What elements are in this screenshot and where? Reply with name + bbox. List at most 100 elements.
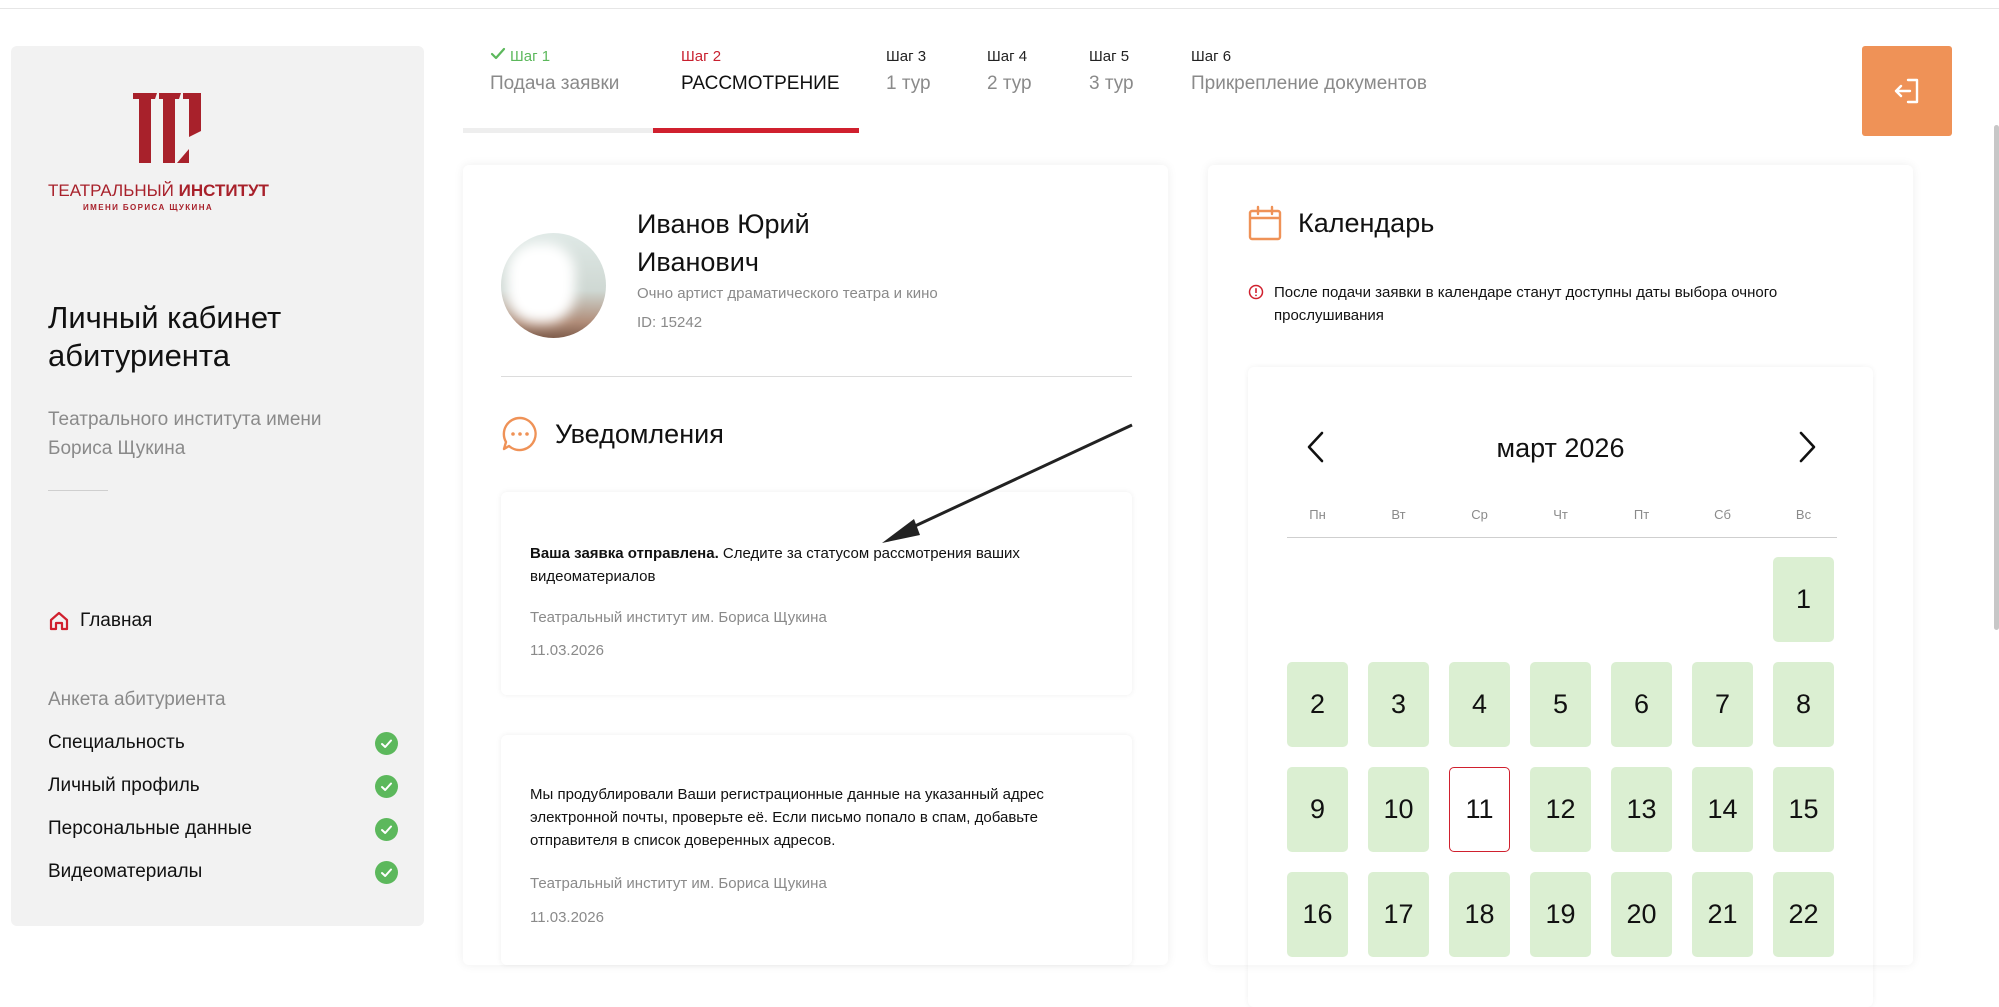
calendar-day[interactable]: 19 bbox=[1530, 872, 1591, 957]
anketa-item-label: Специальность bbox=[48, 732, 185, 753]
calendar-day[interactable]: 5 bbox=[1530, 662, 1591, 747]
step-name: 1 тур bbox=[886, 73, 931, 94]
page-scrollbar[interactable] bbox=[1994, 125, 1999, 630]
calendar-day[interactable]: 8 bbox=[1773, 662, 1834, 747]
calendar-title: Календарь bbox=[1298, 207, 1435, 238]
logo-text-main: ТЕАТРАЛЬНЫЙ ИНСТИТУТ bbox=[48, 181, 269, 200]
calendar-day[interactable]: 3 bbox=[1368, 662, 1429, 747]
step-4[interactable]: Шаг 4 2 тур bbox=[987, 46, 1032, 95]
notifications-title: Уведомления bbox=[555, 418, 724, 449]
step-number-text: Шаг 3 bbox=[886, 47, 927, 65]
calendar-card: Календарь После подачи заявки в календар… bbox=[1208, 165, 1913, 965]
nav-home-link[interactable]: Главная bbox=[48, 610, 152, 632]
notification-source: Театральный институт им. Бориса Щукина bbox=[530, 875, 827, 892]
steps-progress: Шаг 1 Подача заявки Шаг 2 РАССМОТРЕНИЕ Шаг 3… bbox=[463, 46, 1463, 136]
calendar-day[interactable]: 13 bbox=[1611, 767, 1672, 852]
step-5[interactable]: Шаг 5 3 тур bbox=[1089, 46, 1134, 95]
step-1[interactable]: Шаг 1 Подача заявки bbox=[490, 46, 619, 95]
notification-card: Мы продублировали Ваши регистрационные д… bbox=[501, 735, 1132, 965]
step-number-text: Шаг 6 bbox=[1191, 47, 1232, 65]
profile-surname-first: Иванов Юрий bbox=[637, 209, 810, 239]
notifications-header: Уведомления bbox=[501, 415, 724, 453]
profile-patronymic: Иванович bbox=[637, 247, 759, 277]
anketa-heading: Анкета абитуриента bbox=[48, 689, 226, 710]
notification-date: 11.03.2026 bbox=[530, 642, 604, 659]
step-number: Шаг 4 bbox=[987, 46, 1032, 66]
anketa-item[interactable]: Специальность bbox=[48, 727, 398, 770]
profile-id: ID: 15242 bbox=[637, 314, 703, 331]
calendar-day[interactable]: 7 bbox=[1692, 662, 1753, 747]
calendar-day[interactable]: 12 bbox=[1530, 767, 1591, 852]
calendar-day[interactable]: 4 bbox=[1449, 662, 1510, 747]
calendar-days: 1 2 3 4 5 6 7 8 9 10 11 12 13 14 15 16 17 18 19 20 21 22 bbox=[1248, 367, 1873, 1007]
notification-text: Ваша заявка отправлена. Следите за стату… bbox=[530, 542, 1050, 588]
logout-icon bbox=[1894, 78, 1919, 104]
steps-bar-active bbox=[653, 128, 859, 133]
profile-notifications-card: Иванов Юрий Иванович Очно артист драмати… bbox=[463, 165, 1168, 965]
step-number: Шаг 2 bbox=[681, 46, 840, 66]
anketa-item[interactable]: Видеоматериалы bbox=[48, 856, 398, 899]
annotation-arrow-icon bbox=[882, 423, 1133, 543]
step-number: Шаг 6 bbox=[1191, 46, 1427, 66]
anketa-item[interactable]: Личный профиль bbox=[48, 770, 398, 813]
chat-bubble-icon bbox=[502, 416, 537, 452]
calendar-day[interactable]: 6 bbox=[1611, 662, 1672, 747]
calendar-day[interactable]: 9 bbox=[1287, 767, 1348, 852]
notification-bold: Ваша заявка отправлена. bbox=[530, 545, 719, 562]
step-number: Шаг 1 bbox=[490, 46, 619, 66]
calendar-day[interactable]: 17 bbox=[1368, 872, 1429, 957]
calendar-day[interactable]: 14 bbox=[1692, 767, 1753, 852]
step-name: РАССМОТРЕНИЕ bbox=[681, 73, 840, 94]
calendar-icon bbox=[1248, 205, 1282, 241]
step-6[interactable]: Шаг 6 Прикрепление документов bbox=[1191, 46, 1427, 95]
home-icon bbox=[49, 611, 69, 631]
calendar-day-today[interactable]: 11 bbox=[1449, 767, 1510, 852]
anketa-item-label: Видеоматериалы bbox=[48, 861, 203, 882]
calendar-info-text: После подачи заявки в календаре станут д… bbox=[1274, 284, 1778, 324]
steps-bar-done bbox=[463, 128, 653, 133]
nav-home-label: Главная bbox=[80, 610, 153, 631]
step-name: 2 тур bbox=[987, 73, 1032, 94]
calendar-day[interactable]: 20 bbox=[1611, 872, 1672, 957]
logout-button[interactable] bbox=[1862, 46, 1952, 136]
notification-body: Мы продублировали Ваши регистрационные д… bbox=[530, 786, 1044, 849]
calendar-day[interactable]: 18 bbox=[1449, 872, 1510, 957]
step-2[interactable]: Шаг 2 РАССМОТРЕНИЕ bbox=[681, 46, 840, 95]
calendar-day[interactable]: 21 bbox=[1692, 872, 1753, 957]
calendar-info: После подачи заявки в календаре станут д… bbox=[1248, 281, 1808, 327]
sidebar-divider bbox=[48, 490, 108, 491]
cabinet-subtitle: Театрального института имени Бориса Щуки… bbox=[48, 409, 322, 459]
step-name: Прикрепление документов bbox=[1191, 73, 1427, 94]
notification-source: Театральный институт им. Бориса Щукина bbox=[530, 609, 827, 626]
check-circle-icon bbox=[375, 861, 398, 884]
notification-text: Мы продублировали Ваши регистрационные д… bbox=[530, 783, 1050, 852]
warning-icon bbox=[1248, 284, 1264, 300]
check-circle-icon bbox=[375, 818, 398, 841]
calendar-day[interactable]: 22 bbox=[1773, 872, 1834, 957]
calendar-day[interactable]: 15 bbox=[1773, 767, 1834, 852]
calendar-header: Календарь bbox=[1248, 205, 1434, 241]
calendar-day[interactable]: 10 bbox=[1368, 767, 1429, 852]
check-circle-icon bbox=[375, 732, 398, 755]
anketa-item-label: Личный профиль bbox=[48, 775, 200, 796]
avatar bbox=[501, 233, 606, 338]
anketa-item[interactable]: Персональные данные bbox=[48, 813, 398, 856]
step-number: Шаг 3 bbox=[886, 46, 931, 66]
anketa-list: Специальность Личный профиль Персональные … bbox=[48, 727, 398, 899]
top-divider bbox=[0, 8, 1999, 9]
profile-divider bbox=[501, 376, 1132, 377]
step-number-text: Шаг 5 bbox=[1089, 47, 1130, 65]
checkmark-icon bbox=[490, 47, 506, 65]
step-number-text: Шаг 1 bbox=[510, 47, 551, 65]
profile-specialty: Очно артист драматического театра и кино bbox=[637, 285, 938, 302]
calendar-widget: март 2026 Пн Вт Ср Чт Пт Сб Вс 1 2 3 4 5 6 7 8 9 10 11 12… bbox=[1248, 367, 1873, 1007]
calendar-day[interactable]: 1 bbox=[1773, 557, 1834, 642]
logo-text-sub: ИМЕНИ БОРИСА ЩУКИНА bbox=[83, 203, 214, 212]
step-name: 3 тур bbox=[1089, 73, 1134, 94]
calendar-day[interactable]: 2 bbox=[1287, 662, 1348, 747]
calendar-day[interactable]: 16 bbox=[1287, 872, 1348, 957]
anketa-item-label: Персональные данные bbox=[48, 818, 252, 839]
sidebar: ТЕАТРАЛЬНЫЙ ИНСТИТУТ ИМЕНИ БОРИСА ЩУКИНА… bbox=[11, 46, 424, 926]
cabinet-title: Личный кабинет абитуриента bbox=[48, 300, 282, 373]
step-3[interactable]: Шаг 3 1 тур bbox=[886, 46, 931, 95]
